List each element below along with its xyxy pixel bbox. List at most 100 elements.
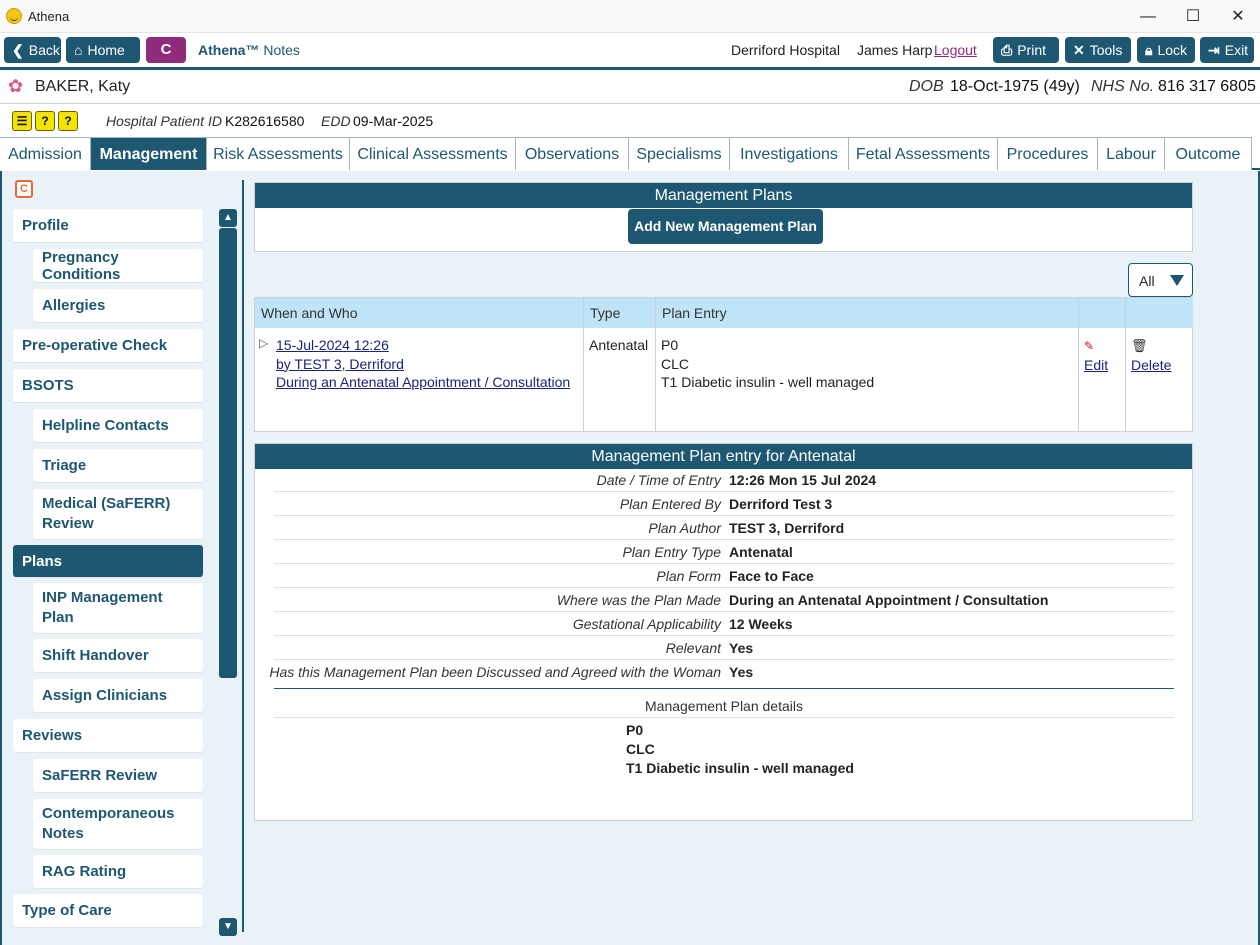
nhs-value: 816 317 6805	[1158, 78, 1256, 95]
edit-link[interactable]: Edit	[1084, 357, 1108, 373]
sidebar-item-shift-handover[interactable]: Shift Handover	[33, 639, 203, 672]
scroll-up-button[interactable]: ▲	[219, 209, 237, 227]
sidebar-item-triage[interactable]: Triage	[33, 449, 203, 482]
triangle-right-icon[interactable]: ▷	[259, 334, 268, 353]
sidebar-item-pregnancy-conditions[interactable]: Pregnancy Conditions	[33, 249, 203, 283]
minimize-button[interactable]: —	[1125, 0, 1171, 33]
tools-button[interactable]: ✕ Tools	[1065, 37, 1131, 63]
c-button[interactable]: C	[146, 37, 186, 63]
sidebar-item-medical-saferr-review[interactable]: Medical (SaFERR) Review	[33, 489, 203, 539]
plan-context-link[interactable]: During an Antenatal Appointment / Consul…	[276, 373, 578, 392]
sidebar-item-plans[interactable]: Plans	[13, 545, 203, 577]
toolbar: ❮ Back ⌂ Home C Athena™ Notes Derriford Ho…	[0, 33, 1260, 68]
tab-specialisms[interactable]: Specialisms	[629, 137, 730, 170]
tab-outcome[interactable]: Outcome	[1165, 137, 1252, 170]
dob-label: DOB	[909, 78, 944, 95]
detail-value: Derriford Test 3	[729, 496, 833, 512]
edd-value: 09-Mar-2025	[353, 113, 434, 129]
smiley-icon	[6, 8, 22, 24]
table-cell-type: Antenatal	[584, 328, 656, 432]
alert-question-icon[interactable]: ?	[35, 111, 55, 131]
detail-label: Date / Time of Entry	[596, 472, 721, 488]
management-plans-title: Management Plans	[255, 183, 1192, 208]
dob-value: 18-Oct-1975 (49y)	[950, 78, 1080, 95]
back-button[interactable]: ❮ Back	[4, 37, 61, 63]
sidebar-separator	[242, 180, 244, 932]
alert-note-icon[interactable]: ?	[58, 111, 78, 131]
exit-button[interactable]: ⇥ Exit	[1200, 37, 1254, 63]
plan-detail-line: T1 Diabetic insulin - well managed	[626, 760, 854, 776]
trash-icon: 🗑︎	[1131, 338, 1148, 353]
close-window-button[interactable]: ✕	[1215, 0, 1260, 33]
add-management-plan-button[interactable]: Add New Management Plan	[628, 209, 823, 244]
detail-label: Plan Entry Type	[622, 544, 721, 560]
detail-row: Plan Entry Type Antenatal	[274, 540, 1174, 564]
sidebar-item-assign-clinicians[interactable]: Assign Clinicians	[33, 679, 203, 712]
sidebar-item-saferr-review[interactable]: SaFERR Review	[33, 759, 203, 792]
patient-name: BAKER, Katy	[35, 78, 131, 95]
sidebar-item-helpline-contacts[interactable]: Helpline Contacts	[33, 409, 203, 442]
detail-value: TEST 3, Derriford	[729, 520, 845, 536]
table-cell-plan-entry: P0 CLC T1 Diabetic insulin - well manage…	[656, 328, 1079, 432]
detail-label: Where was the Plan Made	[556, 592, 721, 608]
sidebar-item-contemporaneous-notes[interactable]: Contemporaneous Notes	[33, 799, 203, 849]
c-badge-icon[interactable]: C	[15, 180, 33, 198]
filter-select[interactable]: All	[1128, 263, 1193, 297]
sidebar-item-pre-operative-check[interactable]: Pre-operative Check	[13, 329, 203, 362]
detail-row: Date / Time of Entry 12:26 Mon 15 Jul 202…	[274, 468, 1174, 492]
sidebar-item-profile[interactable]: Profile	[13, 209, 203, 242]
alert-list-icon[interactable]: ☰	[12, 111, 32, 131]
table-cell-delete: 🗑︎ Delete	[1126, 328, 1193, 432]
plan-entry-line: CLC	[661, 355, 690, 372]
logout-link[interactable]: Logout	[934, 42, 977, 58]
detail-label: Plan Entered By	[619, 496, 721, 512]
hospital-name: Derriford Hospital	[731, 42, 840, 58]
pencil-icon: ✎	[1084, 339, 1095, 353]
detail-value: 12:26 Mon 15 Jul 2024	[729, 472, 877, 488]
sidebar-item-type-of-care[interactable]: Type of Care	[13, 894, 203, 927]
sidebar-item-bsots[interactable]: BSOTS	[13, 369, 203, 402]
sidebar-item-allergies[interactable]: Allergies	[33, 289, 203, 322]
tab-labour[interactable]: Labour	[1098, 137, 1165, 170]
sidebar-item-reviews[interactable]: Reviews	[13, 719, 203, 752]
app-name-rest: Notes	[259, 42, 300, 58]
back-label: Back	[28, 42, 60, 58]
lock-button[interactable]: 🔒︎ Lock	[1137, 37, 1195, 63]
plan-date-link[interactable]: 15-Jul-2024 12:26	[276, 336, 578, 355]
sidebar-item-rag-rating[interactable]: RAG Rating	[33, 855, 203, 888]
patient-info-row: ☰ ? ? Hospital Patient ID K282616580 EDD…	[0, 105, 1260, 137]
tools-label: Tools	[1089, 42, 1123, 58]
printer-icon: ⎙	[1001, 42, 1013, 58]
home-button[interactable]: ⌂ Home	[66, 37, 140, 63]
detail-row: Relevant Yes	[274, 636, 1174, 660]
app-name-bold: Athena™	[198, 42, 260, 58]
tab-procedures[interactable]: Procedures	[998, 137, 1098, 170]
hospital-id-label: Hospital Patient ID	[106, 113, 222, 129]
sidebar-scrollbar-thumb[interactable]	[219, 228, 237, 678]
tab-investigations[interactable]: Investigations	[730, 137, 849, 170]
tab-observations[interactable]: Observations	[516, 137, 629, 170]
plan-details-heading: Management Plan details	[274, 698, 1174, 718]
plan-detail-title: Management Plan entry for Antenatal	[255, 444, 1192, 469]
table-cell-edit: ✎ Edit	[1079, 328, 1126, 432]
tab-fetal-assessments[interactable]: Fetal Assessments	[849, 137, 998, 170]
exit-label: Exit	[1224, 42, 1249, 58]
main-tabs: Admission Management Risk Assessments Cl…	[0, 137, 1260, 170]
plan-author-link[interactable]: by TEST 3, Derriford	[276, 355, 578, 374]
detail-value: Antenatal	[729, 544, 793, 560]
sidebar-item-inp-management-plan[interactable]: INP Management Plan	[33, 583, 203, 633]
title-bar: Athena — ☐ ✕	[0, 0, 1260, 33]
scroll-down-button[interactable]: ▼	[219, 918, 237, 936]
edd-label: EDD	[321, 113, 351, 129]
detail-label: Plan Author	[648, 520, 721, 536]
column-header-when-who: When and Who	[255, 298, 584, 328]
print-button[interactable]: ⎙ Print	[993, 37, 1059, 63]
tab-management[interactable]: Management	[91, 137, 207, 170]
detail-value: During an Antenatal Appointment / Consul…	[729, 592, 1049, 608]
maximize-button[interactable]: ☐	[1170, 0, 1216, 33]
tab-admission[interactable]: Admission	[0, 137, 91, 170]
tab-risk-assessments[interactable]: Risk Assessments	[207, 137, 350, 170]
detail-row: Plan Form Face to Face	[274, 564, 1174, 588]
delete-link[interactable]: Delete	[1131, 357, 1171, 373]
tab-clinical-assessments[interactable]: Clinical Assessments	[350, 137, 516, 170]
